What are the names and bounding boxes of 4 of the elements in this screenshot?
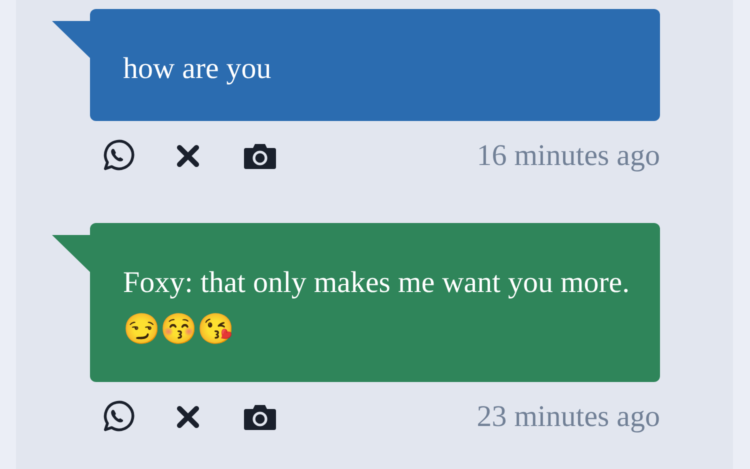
message-text: Foxy: that only makes me want you more.😏😚😘 (123, 265, 630, 348)
timestamp: 23 minutes ago (476, 400, 660, 434)
message-text: how are you (123, 51, 272, 87)
timestamp: 16 minutes ago (476, 139, 660, 173)
